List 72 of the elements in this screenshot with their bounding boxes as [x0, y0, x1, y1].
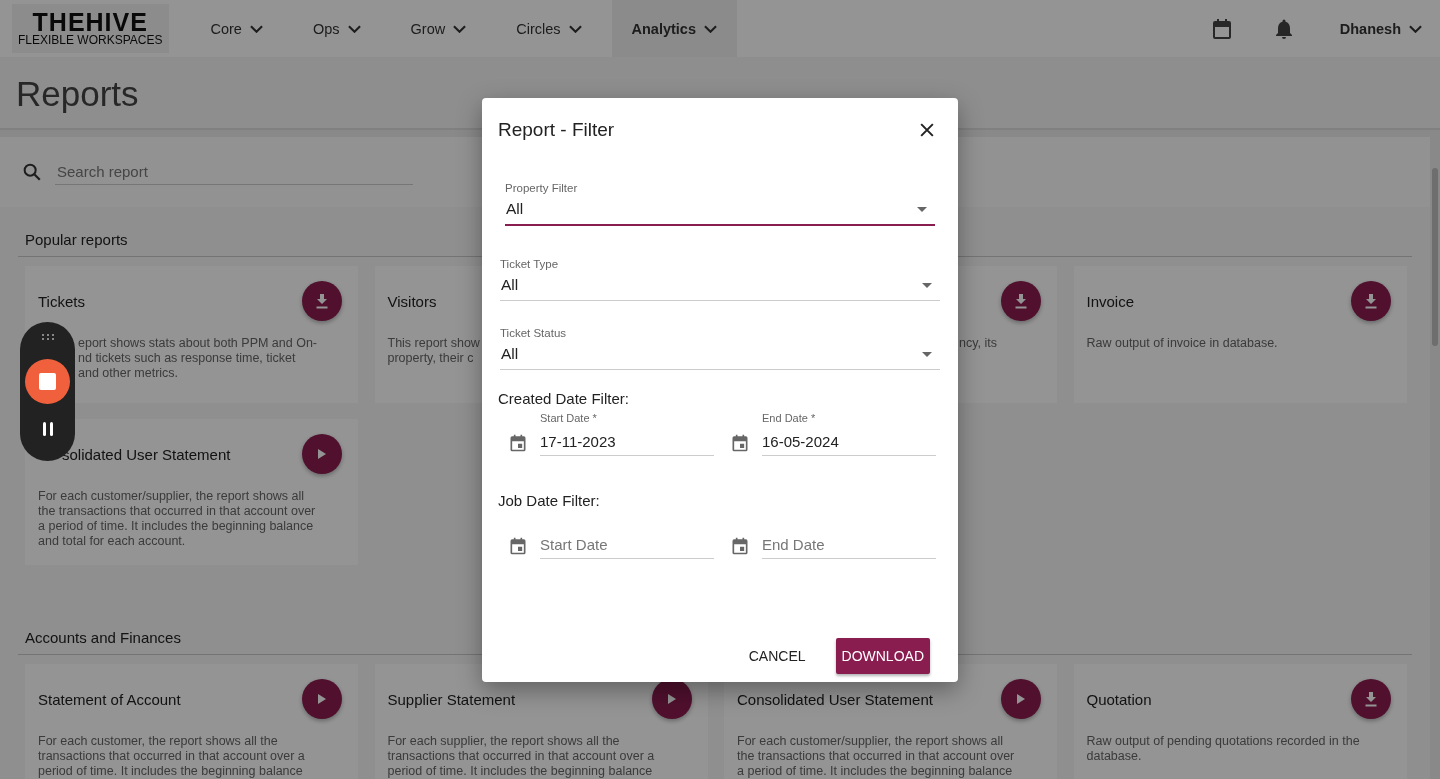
dialog-title: Report - Filter — [498, 119, 615, 141]
report-description: ncy, its — [959, 336, 997, 351]
date-field[interactable]: 16-05-2024 — [762, 425, 922, 455]
calendar-icon[interactable] — [730, 536, 750, 556]
chevron-down-icon — [453, 24, 467, 33]
dropdown-arrow-icon — [922, 282, 932, 288]
download-button[interactable]: DOWNLOAD — [835, 638, 930, 674]
download-button[interactable] — [1350, 679, 1391, 719]
chevron-down-icon — [1409, 24, 1422, 33]
report-title: Visitors — [387, 292, 437, 310]
report-description: eport shows stats about both PPM and On- nd tickets such as response time, ticket and other metrics. — [78, 336, 318, 381]
report-description: For each customer/supplier, the report shows all the transactions that occurred in that account over a period of time. It includes the beginning balance — [737, 734, 1015, 779]
dropdown-arrow-icon — [922, 351, 932, 357]
search-field[interactable]: Search report — [55, 159, 413, 185]
page-title: Reports — [16, 73, 139, 115]
play-icon — [318, 449, 326, 459]
download-button[interactable] — [1350, 281, 1391, 321]
play-icon — [667, 694, 676, 704]
chevron-down-icon — [568, 24, 582, 33]
play-icon — [1017, 694, 1025, 704]
nav-menu-item[interactable]: Circles — [496, 0, 602, 57]
calendar-icon[interactable] — [508, 433, 528, 453]
report-description: Raw output of invoice in database. — [1086, 336, 1278, 351]
calendar-icon[interactable] — [508, 536, 528, 556]
date-field[interactable]: 17-11-2023 — [540, 425, 700, 455]
date-field[interactable]: End Date — [762, 528, 922, 558]
dropdown-arrow-icon — [917, 206, 927, 212]
report-title: Supplier Statement — [387, 690, 516, 708]
download-button[interactable] — [1001, 281, 1041, 321]
report-title: Consolidated User Statement — [737, 690, 933, 708]
chevron-down-icon — [704, 24, 717, 33]
search-icon — [21, 161, 43, 183]
nav-menu-item[interactable]: Grow — [390, 0, 487, 57]
select-field[interactable]: Property Filter All — [505, 176, 935, 226]
pause-button[interactable] — [41, 421, 54, 437]
nav-menu-item[interactable]: Core — [190, 0, 283, 57]
user-menu[interactable]: Dhanesh — [1333, 19, 1428, 38]
scrollbar-thumb[interactable] — [1432, 168, 1438, 346]
section-title: Popular reports — [25, 231, 128, 248]
date-field[interactable]: Start Date — [540, 528, 700, 558]
download-icon — [316, 293, 328, 309]
calendar-icon[interactable] — [730, 433, 750, 453]
report-description: This report show property, their c — [387, 336, 480, 366]
download-icon — [1015, 293, 1027, 309]
filter-group-title: Created Date Filter: — [498, 390, 629, 407]
drag-handle-icon[interactable] — [40, 333, 55, 341]
select-field[interactable]: Ticket Type All — [500, 252, 940, 301]
stop-button[interactable] — [25, 359, 70, 404]
nav-menu-item[interactable]: Ops — [292, 0, 381, 57]
play-button[interactable] — [651, 679, 692, 719]
report-description: For each customer, the report shows all the transactions that occurred in that account over a period of time. It includes the beginning balance — [38, 734, 305, 779]
filter-group-title: Job Date Filter: — [498, 492, 600, 509]
logo[interactable]: THEHIVE FLEXIBLE WORKSPACES — [12, 4, 169, 53]
report-description: Raw output of pending quotations recorded in the database. — [1086, 734, 1360, 764]
cancel-button[interactable]: CANCEL — [742, 638, 812, 674]
report-description: For each supplier, the report shows all the transactions that occurred in that account over a period of time. It includes the beginning balance — [387, 734, 655, 779]
report-title: Invoice — [1086, 292, 1135, 310]
field-label: Start Date * — [540, 412, 598, 425]
section-title: Accounts and Finances — [25, 629, 181, 646]
field-label: End Date * — [762, 412, 817, 425]
chevron-down-icon — [249, 24, 263, 33]
report-description: For each customer/supplier, the report shows all the transactions that occurred in that account over a period of time. It includes the beginning balance and total for each account. — [38, 489, 316, 549]
select-field[interactable]: Ticket Status All — [500, 321, 940, 370]
download-icon — [1364, 293, 1377, 309]
chevron-down-icon — [347, 24, 361, 33]
download-icon — [1364, 691, 1377, 707]
report-title: Quotation — [1086, 690, 1152, 708]
download-button[interactable] — [302, 281, 342, 321]
report-title: Statement of Account — [38, 690, 181, 708]
nav-menu-item[interactable]: Analytics — [611, 0, 737, 57]
play-icon — [318, 694, 326, 704]
report-title: Tickets — [38, 292, 85, 310]
